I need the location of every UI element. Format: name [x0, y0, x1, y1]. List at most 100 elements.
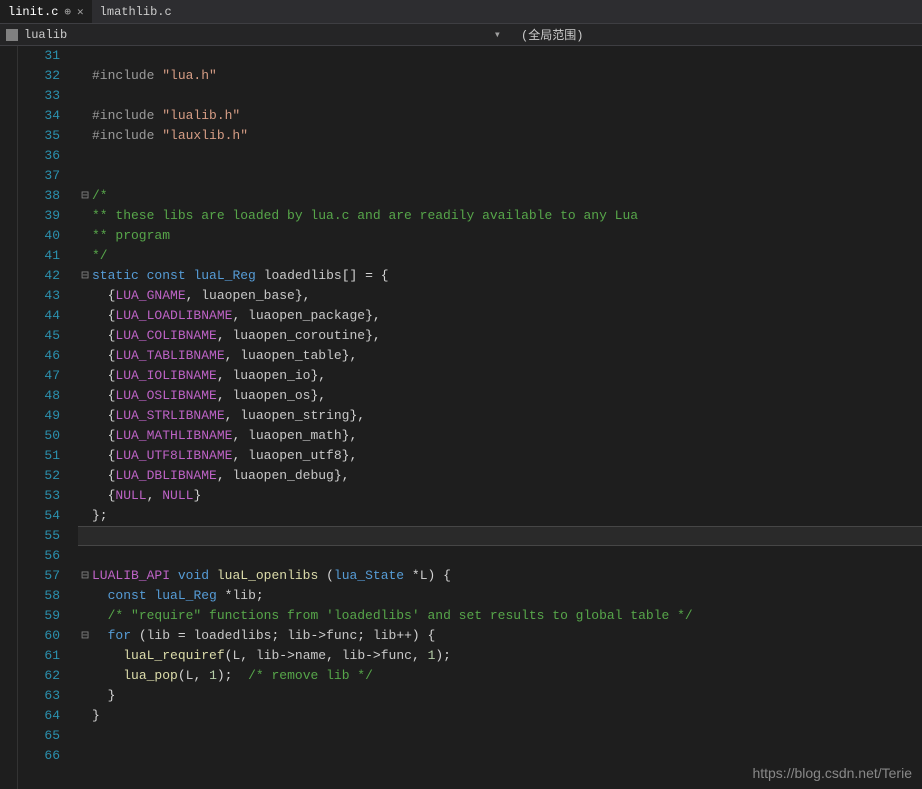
code-line[interactable]: const luaL_Reg *lib; — [78, 586, 922, 606]
line-number: 33 — [18, 86, 60, 106]
code-line[interactable]: {LUA_OSLIBNAME, luaopen_os}, — [78, 386, 922, 406]
fold-toggle — [78, 366, 92, 386]
code-text: {LUA_OSLIBNAME, luaopen_os}, — [92, 386, 922, 406]
code-text: } — [92, 706, 922, 726]
code-text: ** program — [92, 226, 922, 246]
line-number: 56 — [18, 546, 60, 566]
code-line[interactable]: ** these libs are loaded by lua.c and ar… — [78, 206, 922, 226]
code-line[interactable]: }; — [78, 506, 922, 526]
code-text — [92, 546, 922, 566]
code-text — [92, 726, 922, 746]
code-line[interactable]: {LUA_DBLIBNAME, luaopen_debug}, — [78, 466, 922, 486]
code-line[interactable]: {LUA_STRLIBNAME, luaopen_string}, — [78, 406, 922, 426]
fold-toggle[interactable]: ⊟ — [78, 186, 92, 206]
code-text: {LUA_TABLIBNAME, luaopen_table}, — [92, 346, 922, 366]
code-line[interactable]: ⊟LUALIB_API void luaL_openlibs (lua_Stat… — [78, 566, 922, 586]
code-line[interactable] — [78, 546, 922, 566]
chevron-down-icon: ▾ — [494, 27, 501, 42]
code-line[interactable]: ⊟/* — [78, 186, 922, 206]
code-line[interactable]: luaL_requiref(L, lib->name, lib->func, 1… — [78, 646, 922, 666]
close-icon[interactable]: ✕ — [77, 5, 84, 19]
fold-toggle — [78, 286, 92, 306]
fold-toggle — [78, 46, 92, 66]
fold-toggle — [78, 426, 92, 446]
fold-toggle[interactable]: ⊟ — [78, 266, 92, 286]
code-line[interactable]: ⊟static const luaL_Reg loadedlibs[] = { — [78, 266, 922, 286]
fold-toggle — [78, 66, 92, 86]
code-area[interactable]: #include "lua.h" #include "lualib.h"#incl… — [78, 46, 922, 789]
navigation-bar: lualib ▾ (全局范围) — [0, 24, 922, 46]
line-number: 65 — [18, 726, 60, 746]
code-line[interactable]: {LUA_TABLIBNAME, luaopen_table}, — [78, 346, 922, 366]
code-line[interactable]: {LUA_COLIBNAME, luaopen_coroutine}, — [78, 326, 922, 346]
code-line[interactable]: {LUA_IOLIBNAME, luaopen_io}, — [78, 366, 922, 386]
line-number: 32 — [18, 66, 60, 86]
tab-label: linit.c — [8, 5, 58, 19]
scope-dropdown[interactable]: (全局范围) — [501, 26, 583, 43]
fold-toggle — [78, 486, 92, 506]
code-line[interactable] — [78, 86, 922, 106]
line-number: 50 — [18, 426, 60, 446]
tab-label: lmathlib.c — [100, 5, 172, 19]
code-line[interactable]: {LUA_MATHLIBNAME, luaopen_math}, — [78, 426, 922, 446]
code-line[interactable]: */ — [78, 246, 922, 266]
line-number: 40 — [18, 226, 60, 246]
margin — [0, 46, 18, 789]
line-number: 44 — [18, 306, 60, 326]
symbol-dropdown[interactable]: lualib ▾ — [6, 27, 501, 42]
scope-label: (全局范围) — [521, 29, 583, 43]
fold-toggle — [78, 546, 92, 566]
code-line[interactable] — [78, 146, 922, 166]
code-line[interactable] — [78, 526, 922, 546]
code-line[interactable]: ⊟ for (lib = loadedlibs; lib->func; lib+… — [78, 626, 922, 646]
tab-linit[interactable]: linit.c ⊕ ✕ — [0, 0, 92, 23]
code-editor[interactable]: 3132333435363738394041424344454647484950… — [0, 46, 922, 789]
fold-toggle[interactable]: ⊟ — [78, 626, 92, 646]
fold-toggle — [78, 166, 92, 186]
fold-toggle — [78, 246, 92, 266]
line-number: 51 — [18, 446, 60, 466]
code-text: {LUA_IOLIBNAME, luaopen_io}, — [92, 366, 922, 386]
watermark: https://blog.csdn.net/Terie — [752, 765, 912, 781]
code-line[interactable]: {LUA_UTF8LIBNAME, luaopen_utf8}, — [78, 446, 922, 466]
line-number: 49 — [18, 406, 60, 426]
code-line[interactable]: ** program — [78, 226, 922, 246]
code-text — [92, 527, 922, 545]
code-line[interactable] — [78, 726, 922, 746]
fold-toggle — [78, 146, 92, 166]
code-line[interactable]: #include "lualib.h" — [78, 106, 922, 126]
code-text: LUALIB_API void luaL_openlibs (lua_State… — [92, 566, 922, 586]
code-text: {LUA_GNAME, luaopen_base}, — [92, 286, 922, 306]
code-line[interactable]: lua_pop(L, 1); /* remove lib */ — [78, 666, 922, 686]
code-line[interactable] — [78, 46, 922, 66]
code-line[interactable]: #include "lua.h" — [78, 66, 922, 86]
fold-toggle — [78, 606, 92, 626]
code-text: {LUA_STRLIBNAME, luaopen_string}, — [92, 406, 922, 426]
code-line[interactable] — [78, 166, 922, 186]
code-line[interactable]: } — [78, 706, 922, 726]
line-number: 41 — [18, 246, 60, 266]
code-text — [92, 146, 922, 166]
code-text: {LUA_DBLIBNAME, luaopen_debug}, — [92, 466, 922, 486]
code-text: {LUA_COLIBNAME, luaopen_coroutine}, — [92, 326, 922, 346]
line-number: 52 — [18, 466, 60, 486]
line-number: 54 — [18, 506, 60, 526]
code-line[interactable]: {NULL, NULL} — [78, 486, 922, 506]
fold-toggle — [78, 666, 92, 686]
code-line[interactable]: /* "require" functions from 'loadedlibs'… — [78, 606, 922, 626]
fold-toggle — [78, 346, 92, 366]
code-line[interactable] — [78, 746, 922, 766]
tab-lmathlib[interactable]: lmathlib.c — [92, 0, 180, 23]
pin-icon[interactable]: ⊕ — [64, 5, 71, 19]
code-text: }; — [92, 506, 922, 526]
fold-toggle — [78, 206, 92, 226]
code-line[interactable]: {LUA_LOADLIBNAME, luaopen_package}, — [78, 306, 922, 326]
fold-toggle — [78, 466, 92, 486]
code-line[interactable]: #include "lauxlib.h" — [78, 126, 922, 146]
line-number: 63 — [18, 686, 60, 706]
line-number: 37 — [18, 166, 60, 186]
code-text: {NULL, NULL} — [92, 486, 922, 506]
fold-toggle[interactable]: ⊟ — [78, 566, 92, 586]
code-line[interactable]: } — [78, 686, 922, 706]
code-line[interactable]: {LUA_GNAME, luaopen_base}, — [78, 286, 922, 306]
